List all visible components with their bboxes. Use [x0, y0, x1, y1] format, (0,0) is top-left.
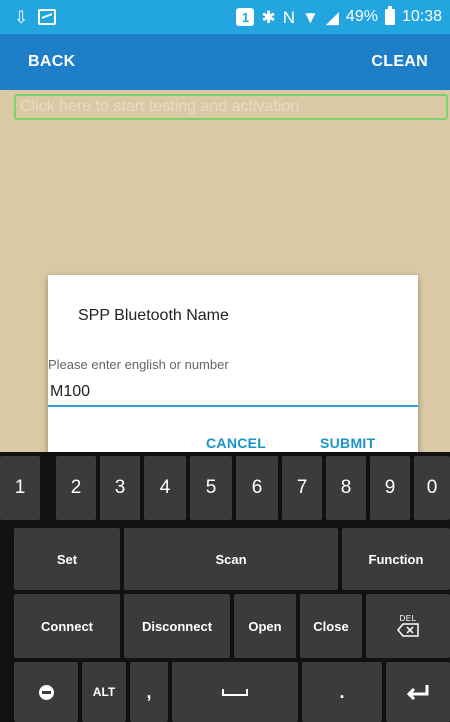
key-0[interactable]: 0	[414, 456, 450, 520]
space-key[interactable]	[172, 662, 298, 722]
enter-icon	[406, 685, 429, 701]
battery-icon	[384, 6, 395, 25]
disconnect-key[interactable]: Disconnect	[124, 594, 230, 658]
connect-key[interactable]: Connect	[14, 594, 120, 658]
open-key[interactable]: Open	[234, 594, 296, 658]
backspace-icon	[397, 623, 419, 637]
close-key[interactable]: Close	[300, 594, 362, 658]
dialog-hint: Please enter english or number	[48, 357, 229, 372]
enter-key[interactable]	[386, 662, 450, 722]
bluetooth-name-input[interactable]	[48, 379, 418, 407]
key-4[interactable]: 4	[144, 456, 186, 520]
key-8[interactable]: 8	[326, 456, 366, 520]
keyboard: 1 2 3 4 5 6 7 8 9 0 Set Scan Function Co…	[0, 452, 450, 722]
delete-key[interactable]: DEL	[366, 594, 450, 658]
emoji-key[interactable]	[14, 662, 78, 722]
scan-key[interactable]: Scan	[124, 528, 338, 590]
battery-percent: 49%	[345, 8, 378, 25]
key-9[interactable]: 9	[370, 456, 410, 520]
signal-icon: ◢	[325, 7, 339, 27]
space-icon	[222, 689, 248, 696]
key-7[interactable]: 7	[282, 456, 322, 520]
image-icon	[38, 9, 57, 25]
bluetooth-icon: ✱	[261, 7, 276, 27]
bluetooth-name-dialog: SPP Bluetooth Name Please enter english …	[48, 275, 418, 455]
clean-button[interactable]: CLEAN	[371, 34, 428, 90]
key-5[interactable]: 5	[190, 456, 232, 520]
status-bar-right: 1 ✱ N ▼ ◢ 49% 10:38	[236, 6, 442, 28]
clock: 10:38	[401, 8, 442, 25]
status-bar-left: ⇩	[14, 7, 57, 27]
comma-key[interactable]: ,	[130, 662, 168, 722]
app-bar: BACK CLEAN	[0, 34, 450, 90]
back-button[interactable]: BACK	[28, 34, 75, 90]
emoji-icon	[38, 684, 54, 700]
alt-key[interactable]: ALT	[82, 662, 126, 722]
cancel-button[interactable]: CANCEL	[206, 435, 266, 451]
period-key[interactable]: .	[302, 662, 382, 722]
function-key[interactable]: Function	[342, 528, 450, 590]
notification-badge: 1	[236, 8, 255, 26]
key-1[interactable]: 1	[0, 456, 40, 520]
key-6[interactable]: 6	[236, 456, 278, 520]
key-2[interactable]: 2	[56, 456, 96, 520]
status-bar: ⇩ 1 ✱ N ▼ ◢ 49% 10:38	[0, 0, 450, 34]
key-3[interactable]: 3	[100, 456, 140, 520]
download-icon: ⇩	[14, 7, 29, 27]
start-testing-button[interactable]: Click here to start testing and activati…	[14, 94, 448, 120]
submit-button[interactable]: SUBMIT	[320, 435, 375, 451]
wifi-icon: ▼	[302, 7, 319, 27]
delete-key-label: DEL	[399, 614, 417, 623]
nfc-icon: N	[282, 7, 296, 27]
set-key[interactable]: Set	[14, 528, 120, 590]
dialog-title: SPP Bluetooth Name	[78, 307, 229, 324]
